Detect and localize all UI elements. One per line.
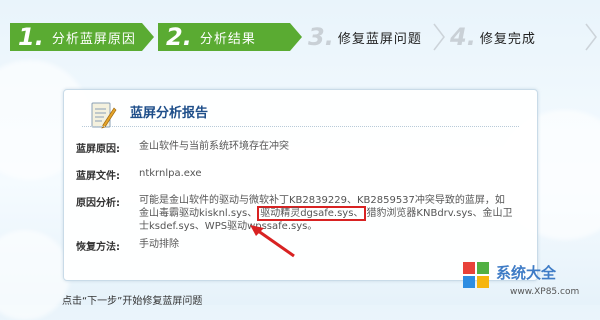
- cause-label: 蓝屏原因:: [76, 144, 120, 155]
- step-3-number: 3.: [308, 23, 334, 51]
- step-1-number: 1.: [18, 23, 44, 51]
- step-3: 3. 修复蓝屏问题: [300, 23, 440, 51]
- background-flower: [0, 230, 70, 320]
- watermark-text: 系统大全: [496, 264, 557, 282]
- step-1-label: 分析蓝屏原因: [51, 31, 136, 47]
- step-bar: 1. 分析蓝屏原因 2. 分析结果 3. 修复蓝屏问题 4. 修复完成: [0, 0, 600, 75]
- step-1-arrow: [142, 23, 154, 51]
- watermark-url: www.XP85.com: [510, 287, 580, 297]
- step-2-label: 分析结果: [199, 31, 256, 47]
- file-value: ntkrnlpa.exe: [139, 168, 202, 179]
- step-4: 4. 修复完成: [442, 23, 582, 51]
- analysis-label: 原因分析:: [76, 198, 120, 209]
- fix-label: 恢复方法:: [76, 242, 120, 253]
- step-1: 1. 分析蓝屏原因: [10, 23, 142, 51]
- report-title: 蓝屏分析报告: [130, 106, 209, 121]
- highlighted-driver: 驱动精灵dgsafe.sys、: [257, 206, 367, 221]
- step-2: 2. 分析结果: [158, 23, 290, 51]
- step-4-number: 4.: [450, 23, 476, 51]
- step-3-label: 修复蓝屏问题: [337, 31, 422, 47]
- watermark-logo-icon: [463, 262, 489, 288]
- step-2-number: 2.: [166, 23, 192, 51]
- fix-value: 手动排除: [139, 239, 179, 250]
- step-4-label: 修复完成: [479, 31, 536, 47]
- analysis-value: 可能是金山软件的驱动与微软补丁KB2839229、KB2859537冲突导致的蓝…: [139, 194, 514, 233]
- cause-value: 金山软件与当前系统环境存在冲突: [139, 141, 289, 152]
- file-label: 蓝屏文件:: [76, 171, 120, 182]
- title-divider: [82, 126, 519, 127]
- red-annotation-arrow-icon: [250, 225, 295, 258]
- step-4-chevron: [585, 23, 597, 51]
